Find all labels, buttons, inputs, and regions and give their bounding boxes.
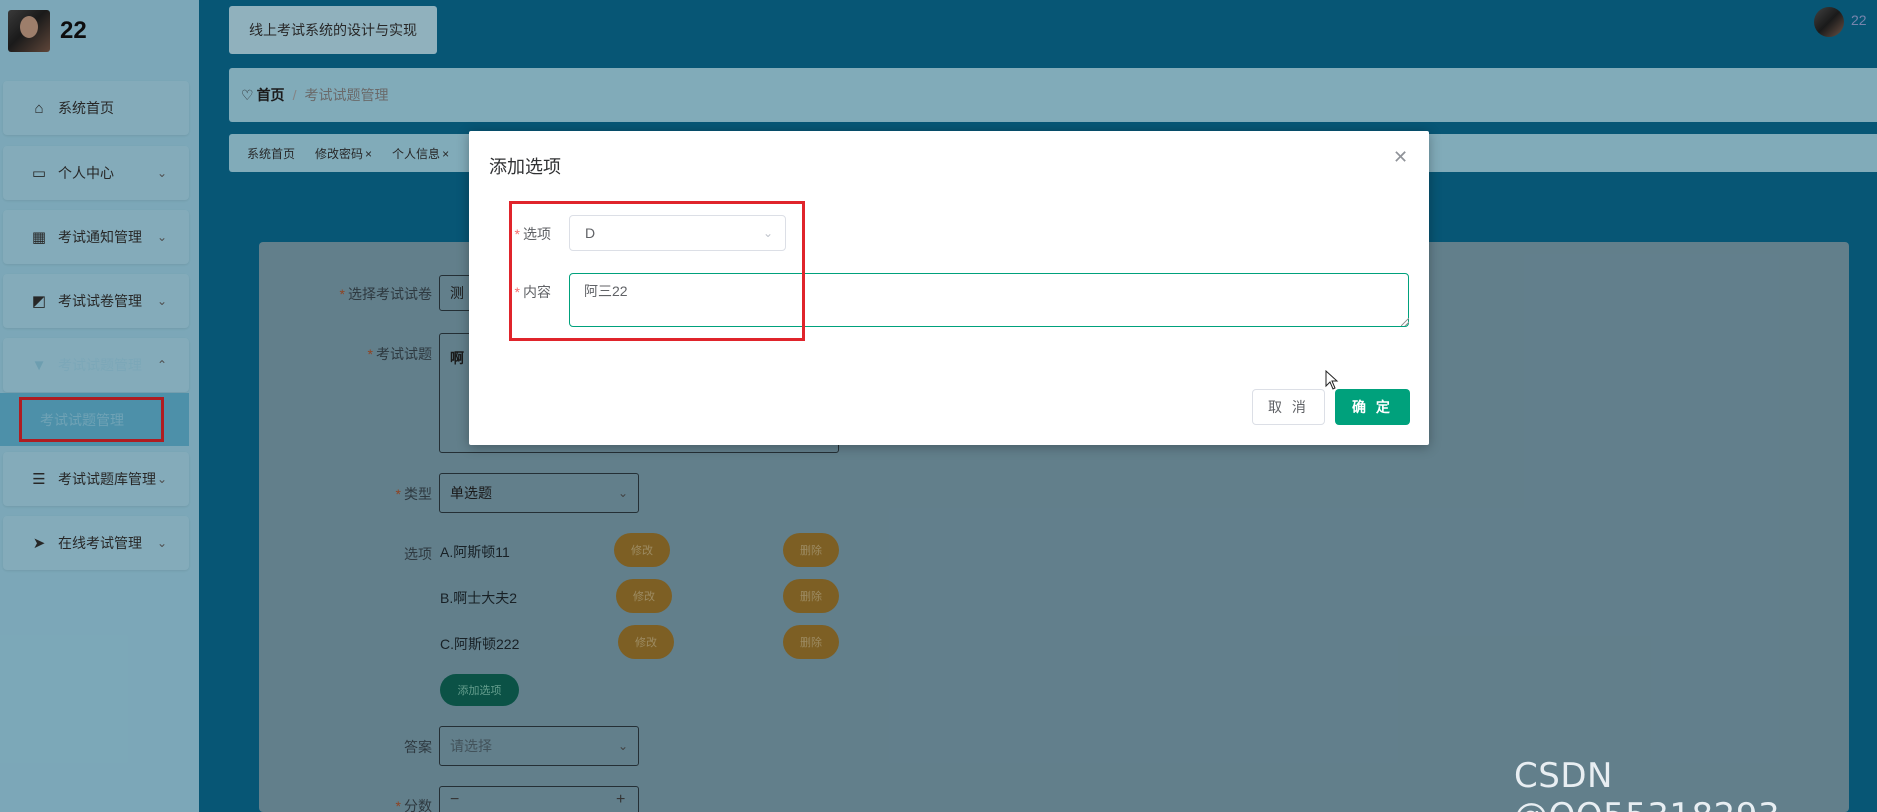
cancel-button[interactable]: 取 消 xyxy=(1252,389,1325,425)
add-option-dialog: 添加选项 ✕ * 选项 D ⌄ * 内容 阿三22 取 消 确 定 xyxy=(469,131,1429,445)
resize-handle[interactable] xyxy=(1401,318,1409,326)
option-letter-value: D xyxy=(585,225,596,241)
dialog-content-label: * 内容 xyxy=(514,284,551,300)
chevron-down-icon: ⌄ xyxy=(762,226,773,240)
mouse-cursor-icon xyxy=(1325,370,1339,390)
confirm-button[interactable]: 确 定 xyxy=(1335,389,1410,425)
dialog-title: 添加选项 xyxy=(489,157,561,177)
option-letter-select[interactable]: D ⌄ xyxy=(569,215,786,251)
option-content-textarea[interactable]: 阿三22 xyxy=(569,273,1409,327)
dialog-option-label: * 选项 xyxy=(514,226,551,242)
watermark: CSDN @QQ55318293 xyxy=(1514,756,1780,812)
close-icon[interactable]: ✕ xyxy=(1393,147,1408,168)
